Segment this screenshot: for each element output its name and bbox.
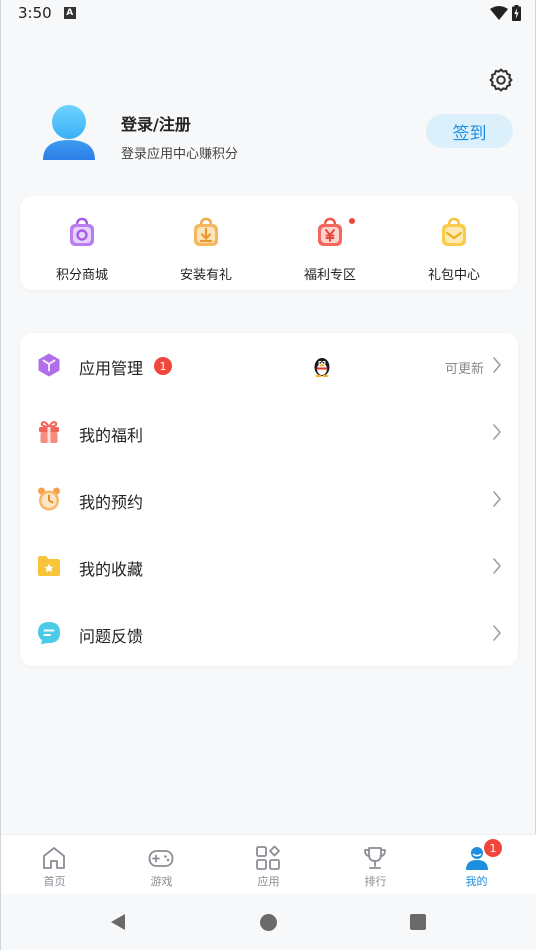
tab-home[interactable]: 首页	[1, 835, 108, 895]
login-subtitle: 登录应用中心赚积分	[121, 147, 239, 162]
apps-grid-icon	[255, 845, 281, 871]
menu-card: 应用管理 1 可更新 我的福利 我的预约 我的收藏 问题反馈	[20, 333, 518, 666]
tab-apps[interactable]: 应用	[215, 835, 322, 895]
menu-item-my-reservation[interactable]: 我的预约	[20, 467, 518, 533]
menu-item-my-welfare[interactable]: 我的福利	[20, 400, 518, 466]
wifi-icon	[490, 6, 508, 20]
menu-item-app-manage[interactable]: 应用管理 1 可更新	[20, 333, 518, 399]
tab-label: 我的	[465, 875, 488, 888]
quick-action-label: 积分商城	[55, 268, 108, 283]
quick-action-label: 安装有礼	[179, 268, 232, 283]
welfare-zone-icon	[314, 216, 346, 248]
tab-ranking[interactable]: 排行	[322, 835, 429, 895]
quick-action-points-mall[interactable]: 积分商城	[22, 196, 142, 290]
quick-actions-card: 积分商城 安装有礼 福利专区 礼包中心	[20, 196, 518, 290]
menu-item-my-favorites[interactable]: 我的收藏	[20, 534, 518, 600]
alarm-clock-icon	[36, 486, 62, 512]
install-gift-icon	[190, 216, 222, 248]
status-bar: 3:50 A	[1, 0, 536, 26]
menu-item-label: 我的收藏	[79, 560, 144, 579]
quick-action-label: 福利专区	[303, 268, 356, 283]
quick-action-label: 礼包中心	[427, 268, 480, 283]
chevron-right-icon	[492, 423, 502, 441]
points-mall-icon	[66, 216, 98, 248]
new-dot-indicator	[349, 218, 355, 224]
avatar[interactable]	[41, 102, 97, 162]
update-available-text: 可更新	[444, 362, 484, 377]
gift-box-icon	[36, 419, 62, 445]
gamepad-icon	[148, 845, 174, 871]
login-title[interactable]: 登录/注册	[121, 111, 191, 135]
chevron-right-icon	[492, 356, 502, 374]
menu-item-label: 我的福利	[79, 426, 144, 445]
qq-penguin-icon	[312, 355, 332, 378]
app-manage-icon	[36, 352, 62, 378]
home-circle-icon[interactable]	[260, 914, 277, 931]
recent-apps-square-icon[interactable]	[410, 914, 426, 930]
tab-games[interactable]: 游戏	[108, 835, 215, 895]
tab-label: 应用	[257, 875, 280, 888]
trophy-icon	[362, 845, 388, 871]
bottom-tab-bar: 首页 游戏 应用 排行 1 我的	[1, 834, 536, 894]
feedback-bubble-icon	[36, 620, 62, 646]
chevron-right-icon	[492, 624, 502, 642]
app-screen: 3:50 A 登录/注册 登录应用中心赚积分 签到 积分商城 安装有礼 福利专区…	[0, 0, 536, 950]
menu-item-feedback[interactable]: 问题反馈	[20, 601, 518, 667]
update-count-badge: 1	[154, 357, 172, 375]
menu-item-label: 问题反馈	[79, 627, 144, 646]
home-icon	[41, 845, 67, 871]
settings-gear-icon[interactable]	[488, 67, 514, 93]
menu-item-label: 应用管理	[79, 359, 144, 378]
gift-pack-icon	[438, 216, 470, 248]
back-triangle-icon[interactable]	[109, 913, 127, 935]
quick-action-welfare-zone[interactable]: 福利专区	[270, 196, 390, 290]
tab-label: 首页	[43, 875, 66, 888]
status-time: 3:50	[18, 4, 52, 22]
chevron-right-icon	[492, 490, 502, 508]
star-folder-icon	[36, 553, 62, 579]
notification-badge: 1	[484, 839, 502, 857]
menu-item-label: 我的预约	[79, 493, 144, 512]
tab-label: 游戏	[150, 875, 173, 888]
notification-a-icon: A	[63, 7, 76, 19]
system-navigation-bar	[1, 894, 536, 950]
battery-charging-icon	[512, 5, 521, 21]
tab-label: 排行	[364, 875, 387, 888]
quick-action-install-gift[interactable]: 安装有礼	[146, 196, 266, 290]
tab-mine[interactable]: 1 我的	[430, 835, 536, 895]
quick-action-gift-pack[interactable]: 礼包中心	[394, 196, 514, 290]
checkin-button[interactable]: 签到	[426, 114, 513, 148]
chevron-right-icon	[492, 557, 502, 575]
